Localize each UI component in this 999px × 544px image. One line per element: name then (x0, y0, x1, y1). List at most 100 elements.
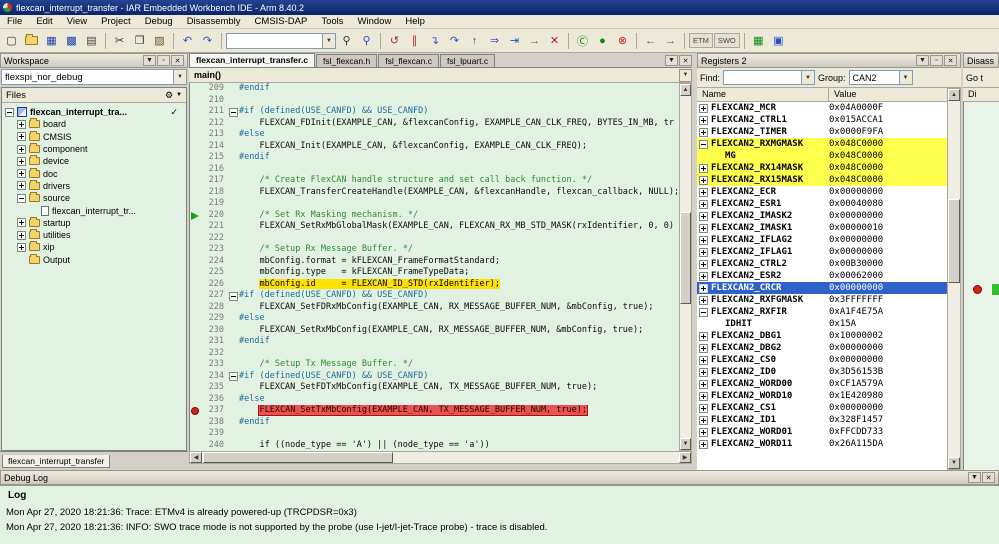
code-line[interactable]: 239 (190, 428, 679, 440)
breakpoint-margin[interactable] (190, 371, 202, 383)
expand-icon[interactable] (17, 169, 26, 179)
register-row[interactable]: FLEXCAN2_CS1 0x00000000 (697, 402, 947, 414)
code-line[interactable]: 235 FLEXCAN_SetFDTxMbConfig(EXAMPLE_CAN,… (190, 382, 679, 394)
code-line[interactable]: 212 FLEXCAN_FDInit(EXAMPLE_CAN, &flexcan… (190, 118, 679, 130)
registers-panel-header[interactable]: Registers 2 ▼ ▫ ✕ (697, 53, 961, 68)
menu-item-view[interactable]: View (60, 16, 94, 27)
panel-pin-icon[interactable]: ▫ (157, 55, 170, 66)
breakpoint-margin[interactable] (190, 417, 202, 429)
register-row[interactable]: FLEXCAN2_WORD10 0x1E420980 (697, 390, 947, 402)
breakpoint-margin[interactable] (190, 141, 202, 153)
scroll-left-icon[interactable]: ◀ (190, 452, 202, 463)
breakpoint-margin[interactable] (190, 152, 202, 164)
expand-icon[interactable] (699, 199, 708, 209)
expand-icon[interactable] (699, 115, 708, 125)
code-line[interactable]: 223 /* Setup Rx Message Buffer. */ (190, 244, 679, 256)
scroll-down-icon[interactable]: ▼ (680, 438, 691, 450)
register-row[interactable]: FLEXCAN2_CTRL1 0x015ACCA1 (697, 114, 947, 126)
copy-icon[interactable]: ❐ (130, 31, 149, 50)
register-row[interactable]: FLEXCAN2_RXFGMASK 0x3FFFFFFF (697, 294, 947, 306)
expand-icon[interactable] (699, 331, 708, 341)
registers-vertical-scrollbar[interactable]: ▲ ▼ (947, 88, 961, 470)
expand-icon[interactable] (699, 379, 708, 389)
scrollbar-thumb[interactable] (680, 212, 691, 304)
trace-icon[interactable]: ▦ (749, 31, 768, 50)
editor-horizontal-scrollbar[interactable]: ◀ ▶ (189, 451, 692, 464)
menu-item-project[interactable]: Project (94, 16, 138, 27)
register-row[interactable]: FLEXCAN2_IMASK1 0x00000010 (697, 222, 947, 234)
column-name[interactable]: Name (697, 88, 829, 101)
register-row[interactable]: FLEXCAN2_RXMGMASK 0x048C0000 (697, 138, 947, 150)
panel-close-icon[interactable]: ✕ (982, 472, 995, 483)
register-row[interactable]: FLEXCAN2_WORD11 0x26A115DA (697, 438, 947, 450)
code-line[interactable]: 225 mbConfig.type = kFLEXCAN_FrameTypeDa… (190, 267, 679, 279)
expand-icon[interactable] (17, 242, 26, 252)
tree-item[interactable]: component (2, 143, 186, 155)
chevron-down-icon[interactable]: ▼ (176, 92, 182, 98)
scroll-up-icon[interactable]: ▲ (948, 89, 960, 101)
registers-table[interactable]: FLEXCAN2_MCR 0x04A0000F FLEXCAN2_CTRL1 0x01… (697, 102, 947, 470)
tree-item[interactable]: source (2, 192, 186, 204)
code-line[interactable]: 231 #endif (190, 336, 679, 348)
probe-disconnect-icon[interactable]: ⊗ (613, 31, 632, 50)
expand-icon[interactable] (699, 415, 708, 425)
register-row[interactable]: FLEXCAN2_DBG1 0x10000002 (697, 330, 947, 342)
fold-collapse-icon[interactable] (229, 372, 238, 381)
expand-icon[interactable] (17, 144, 26, 154)
code-line[interactable]: 216 (190, 164, 679, 176)
expand-icon[interactable] (17, 218, 26, 228)
expand-icon[interactable] (699, 271, 708, 281)
breakpoint-margin[interactable] (190, 394, 202, 406)
gear-icon[interactable]: ⚙ (165, 90, 173, 101)
panel-close-icon[interactable]: ✕ (171, 55, 184, 66)
redo-icon[interactable]: ↷ (198, 31, 217, 50)
tree-item[interactable]: board (2, 118, 186, 130)
register-row[interactable]: FLEXCAN2_RX14MASK 0x048C0000 (697, 162, 947, 174)
register-row[interactable]: FLEXCAN2_ESR2 0x00062000 (697, 270, 947, 282)
breakpoint-margin[interactable] (190, 290, 202, 302)
register-row[interactable]: FLEXCAN2_IFLAG2 0x00000000 (697, 234, 947, 246)
tree-item[interactable]: device (2, 155, 186, 167)
editor-tab[interactable]: flexcan_interrupt_transfer.c (189, 53, 315, 67)
workspace-tab[interactable]: flexcan_interrupt_transfer (2, 455, 111, 468)
register-row[interactable]: FLEXCAN2_WORD01 0xFFCDD733 (697, 426, 947, 438)
disassembly-panel-header[interactable]: Disass (963, 53, 999, 68)
tree-item[interactable]: utilities (2, 229, 186, 241)
expand-icon[interactable] (699, 427, 708, 437)
breakpoint-margin[interactable] (190, 233, 202, 245)
etm-button[interactable]: ETM (689, 33, 713, 48)
code-line[interactable]: 222 (190, 233, 679, 245)
go-icon[interactable]: → (525, 31, 544, 50)
code-line[interactable]: 215 #endif (190, 152, 679, 164)
code-line[interactable]: 221 FLEXCAN_SetRxMbGlobalMask(EXAMPLE_CA… (190, 221, 679, 233)
expand-icon[interactable] (699, 355, 708, 365)
register-row[interactable]: FLEXCAN2_ID0 0x3D56153B (697, 366, 947, 378)
breakpoint-margin[interactable] (190, 118, 202, 130)
expand-icon[interactable] (17, 230, 26, 240)
breakpoint-margin[interactable] (190, 302, 202, 314)
editor-vertical-scrollbar[interactable]: ▲ ▼ (679, 83, 692, 451)
code-line[interactable]: 211 #if (defined(USE_CANFD) && USE_CANFD) (190, 106, 679, 118)
panel-pin-icon[interactable]: ▫ (930, 55, 943, 66)
breakpoint-margin[interactable] (190, 83, 202, 95)
new-document-icon[interactable]: ▢ (2, 31, 21, 50)
panel-close-icon[interactable]: ✕ (944, 55, 957, 66)
chevron-down-icon[interactable]: ▼ (679, 68, 692, 82)
code-line[interactable]: 210 (190, 95, 679, 107)
expand-icon[interactable] (699, 247, 708, 257)
save-icon[interactable]: ▦ (42, 31, 61, 50)
save-all-icon[interactable]: ▩ (62, 31, 81, 50)
breakpoint-margin[interactable] (190, 187, 202, 199)
next-statement-icon[interactable]: ⇒ (485, 31, 504, 50)
nav-back-icon[interactable]: ← (641, 31, 660, 50)
workspace-panel-header[interactable]: Workspace ▼ ▫ ✕ (0, 53, 188, 68)
code-line[interactable]: 230 FLEXCAN_SetRxMbConfig(EXAMPLE_CAN, R… (190, 325, 679, 337)
expand-icon[interactable] (699, 259, 708, 269)
code-line[interactable]: 238 #endif (190, 417, 679, 429)
expand-icon[interactable] (699, 283, 708, 293)
disassembly-view[interactable] (963, 102, 999, 470)
breakpoint-margin[interactable] (190, 336, 202, 348)
menu-item-help[interactable]: Help (398, 16, 432, 27)
register-row[interactable]: FLEXCAN2_CS0 0x00000000 (697, 354, 947, 366)
expand-icon[interactable] (699, 223, 708, 233)
